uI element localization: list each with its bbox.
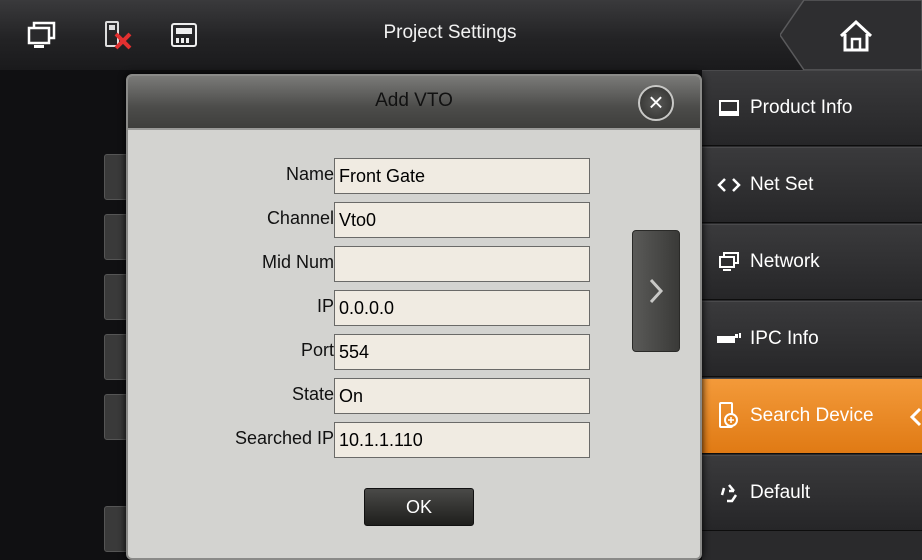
sd-card-icon[interactable] (168, 20, 200, 50)
menu-item-default[interactable]: Default (702, 455, 922, 531)
menu-item-product-info[interactable]: Product Info (702, 70, 922, 146)
port-row: Port (128, 332, 700, 372)
menu-item-search-device[interactable]: Search Device (702, 378, 922, 454)
ok-button[interactable]: OK (364, 488, 474, 526)
dialog-header: Add VTO × (128, 76, 700, 130)
mid-num-row: Mid Num (128, 244, 700, 284)
name-row: Name (128, 156, 700, 196)
ip-label: IP (316, 296, 334, 316)
ip-field[interactable] (334, 290, 590, 326)
monitor-icon[interactable] (26, 20, 58, 50)
close-button[interactable]: × (638, 85, 674, 121)
dialog-title: Add VTO (375, 90, 453, 111)
mid-num-field[interactable] (334, 246, 590, 282)
name-field[interactable] (334, 158, 590, 194)
code-brackets-icon (716, 174, 742, 196)
mid-num-label: Mid Num (261, 252, 334, 272)
search-device-icon (716, 402, 742, 428)
menu-item-network[interactable]: Network (702, 224, 922, 300)
channel-label: Channel (266, 208, 334, 228)
home-button[interactable] (780, 0, 922, 70)
channel-row: Channel (128, 200, 700, 240)
menu-item-label: Net Set (750, 174, 814, 195)
name-label: Name (285, 164, 334, 184)
add-vto-dialog: Add VTO × Name Channel Mid Num IP Port S… (126, 74, 702, 560)
selected-arrow-icon (909, 407, 922, 427)
chevron-right-icon (649, 278, 664, 304)
settings-menu: Product Info Net Set Network IPC Info Se… (702, 70, 922, 560)
channel-field[interactable] (334, 202, 590, 238)
menu-item-label: Network (750, 251, 820, 272)
menu-item-ipc-info[interactable]: IPC Info (702, 301, 922, 377)
disconnected-device-icon[interactable] (102, 20, 134, 50)
state-label: State (291, 384, 334, 404)
top-bar: Project Settings (0, 0, 922, 71)
product-info-icon (716, 97, 742, 119)
searched-ip-field[interactable] (334, 422, 590, 458)
menu-item-label: IPC Info (750, 328, 819, 349)
menu-item-net-set[interactable]: Net Set (702, 147, 922, 223)
next-page-button[interactable] (632, 230, 680, 352)
ip-row: IP (128, 288, 700, 328)
close-icon: × (648, 87, 664, 117)
port-label: Port (300, 340, 334, 360)
menu-item-label: Product Info (750, 97, 853, 118)
searched-ip-label: Searched IP (234, 428, 334, 448)
menu-item-label: Default (750, 482, 811, 503)
camera-icon (716, 328, 742, 350)
searched-ip-row: Searched IP (128, 420, 700, 460)
page-title: Project Settings (383, 22, 517, 43)
network-icon (716, 251, 742, 273)
recycle-icon (716, 482, 742, 504)
menu-item-label: Search Device (750, 405, 874, 426)
state-row: State (128, 376, 700, 416)
port-field[interactable] (334, 334, 590, 370)
state-field[interactable] (334, 378, 590, 414)
